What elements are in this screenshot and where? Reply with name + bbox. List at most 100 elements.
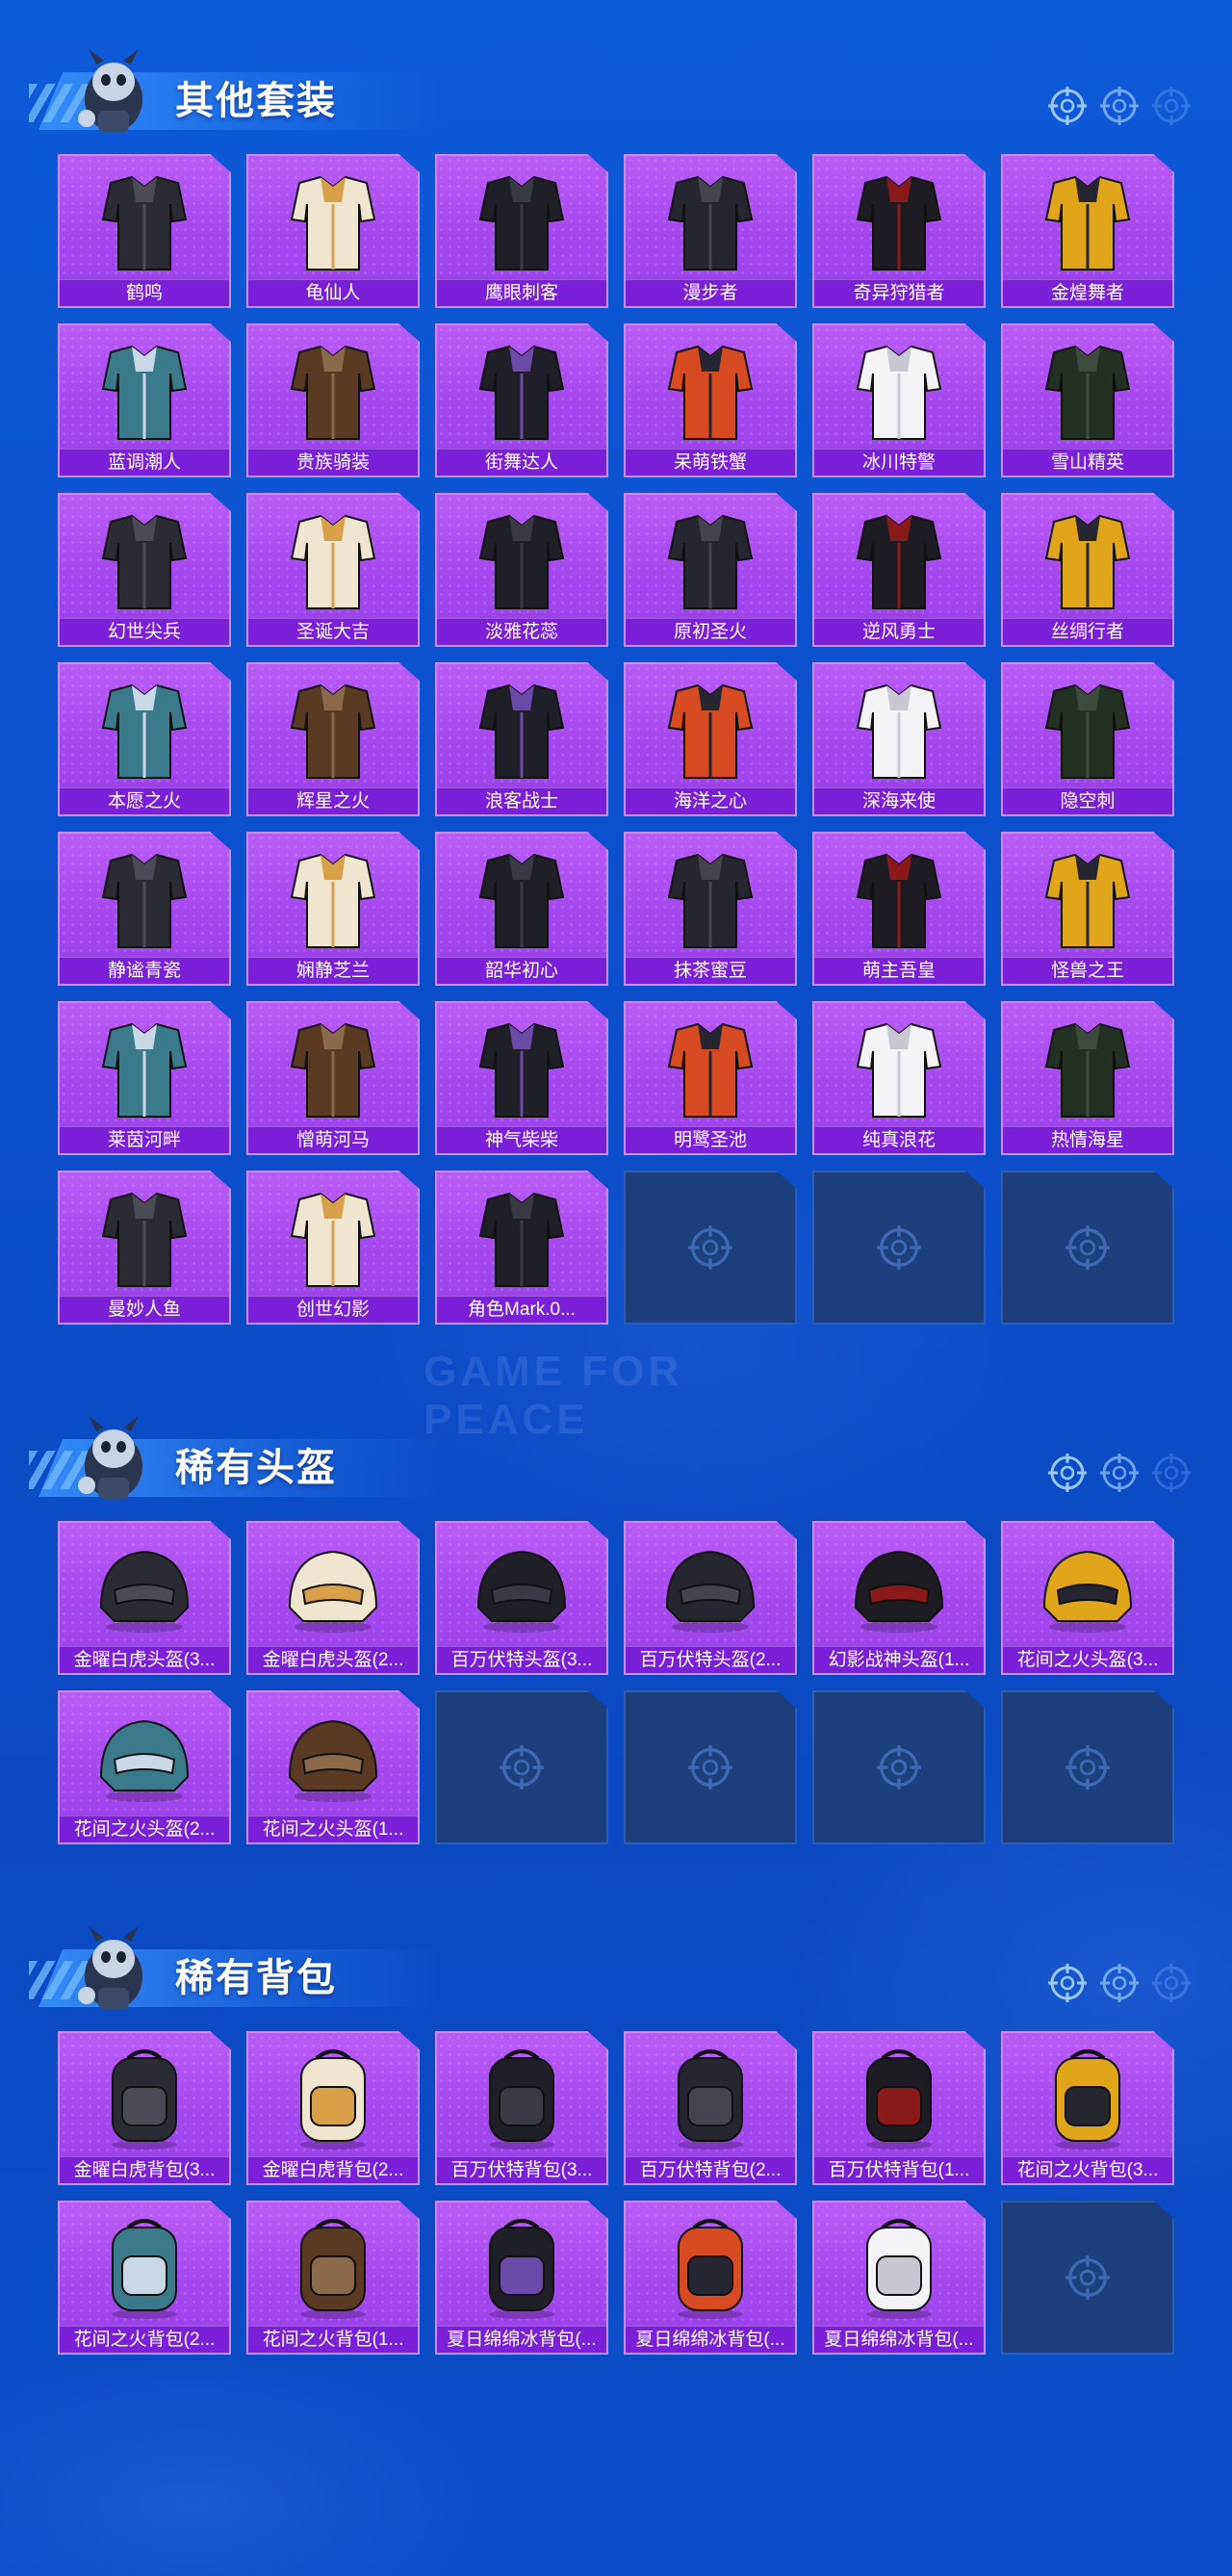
outfit-icon bbox=[270, 335, 396, 447]
item-card[interactable]: 萌主吾皇 bbox=[812, 832, 986, 986]
item-card[interactable]: 逆风勇士 bbox=[812, 493, 986, 647]
item-card[interactable]: 海洋之心 bbox=[624, 662, 797, 816]
item-card[interactable]: 曼妙人鱼 bbox=[58, 1171, 231, 1325]
item-label: 花间之火背包(2... bbox=[60, 2326, 229, 2353]
item-label: 龟仙人 bbox=[248, 279, 418, 306]
item-card[interactable]: 百万伏特背包(3... bbox=[435, 2031, 608, 2185]
item-card[interactable]: 金煌舞者 bbox=[1001, 154, 1174, 308]
item-card[interactable]: 夏日绵绵冰背包(... bbox=[624, 2201, 797, 2355]
item-card[interactable]: 热情海星 bbox=[1001, 1001, 1174, 1155]
item-card[interactable]: 丝绸行者 bbox=[1001, 493, 1174, 647]
item-card[interactable]: 韶华初心 bbox=[435, 832, 608, 986]
outfit-icon bbox=[1025, 166, 1150, 277]
item-card[interactable]: 龟仙人 bbox=[246, 154, 420, 308]
item-card[interactable]: 奇异狩猎者 bbox=[812, 154, 986, 308]
section-header: 稀有背包 bbox=[29, 1920, 1213, 2026]
item-card[interactable]: 创世幻影 bbox=[246, 1171, 420, 1325]
item-card[interactable]: 夏日绵绵冰背包(... bbox=[435, 2201, 608, 2355]
item-label: 热情海星 bbox=[1003, 1126, 1172, 1153]
item-card[interactable]: 百万伏特背包(2... bbox=[624, 2031, 797, 2185]
item-card[interactable]: 花间之火背包(1... bbox=[246, 2201, 420, 2355]
outfit-icon bbox=[270, 674, 396, 786]
item-card[interactable]: 夏日绵绵冰背包(... bbox=[812, 2201, 986, 2355]
item-card[interactable]: 原初圣火 bbox=[624, 493, 797, 647]
item-card[interactable]: 百万伏特头盔(2... bbox=[624, 1521, 797, 1675]
item-card[interactable]: 百万伏特头盔(3... bbox=[435, 1521, 608, 1675]
item-card[interactable]: 怪兽之王 bbox=[1001, 832, 1174, 986]
empty-slot bbox=[812, 1171, 986, 1325]
item-card[interactable]: 本愿之火 bbox=[58, 662, 231, 816]
outfit-icon bbox=[82, 1182, 207, 1294]
outfit-icon bbox=[459, 1013, 584, 1124]
item-card[interactable]: 花间之火背包(3... bbox=[1001, 2031, 1174, 2185]
item-card[interactable]: 呆萌铁蟹 bbox=[624, 323, 797, 477]
outfit-icon bbox=[648, 674, 773, 786]
outfit-icon bbox=[459, 674, 584, 786]
item-card[interactable]: 纯真浪花 bbox=[812, 1001, 986, 1155]
item-card[interactable]: 深海来使 bbox=[812, 662, 986, 816]
item-label: 金曜白虎背包(3... bbox=[60, 2156, 229, 2183]
item-label: 憎萌河马 bbox=[248, 1126, 418, 1153]
item-card[interactable]: 隐空刺 bbox=[1001, 662, 1174, 816]
item-card[interactable]: 街舞达人 bbox=[435, 323, 608, 477]
outfit-icon bbox=[459, 166, 584, 277]
item-card[interactable]: 花间之火背包(2... bbox=[58, 2201, 231, 2355]
item-card[interactable]: 金曜白虎头盔(2... bbox=[246, 1521, 420, 1675]
item-card[interactable]: 娴静芝兰 bbox=[246, 832, 420, 986]
item-card[interactable]: 花间之火头盔(1... bbox=[246, 1690, 420, 1844]
crosshair-icon bbox=[1047, 1963, 1088, 2003]
item-card[interactable]: 金曜白虎背包(2... bbox=[246, 2031, 420, 2185]
item-label: 鹤鸣 bbox=[60, 279, 229, 306]
item-card[interactable]: 幻影战神头盔(1... bbox=[812, 1521, 986, 1675]
item-label: 隐空刺 bbox=[1003, 787, 1172, 814]
item-card[interactable]: 花间之火头盔(2... bbox=[58, 1690, 231, 1844]
item-card[interactable]: 金曜白虎背包(3... bbox=[58, 2031, 231, 2185]
item-card[interactable]: 角色Mark.0... bbox=[435, 1171, 608, 1325]
item-card[interactable]: 鹰眼刺客 bbox=[435, 154, 608, 308]
crosshair-icon bbox=[1047, 86, 1088, 126]
item-card[interactable]: 贵族骑装 bbox=[246, 323, 420, 477]
crosshair-icon bbox=[687, 1744, 733, 1790]
item-card[interactable]: 冰川特警 bbox=[812, 323, 986, 477]
crosshair-icon bbox=[1151, 1453, 1192, 1493]
item-card[interactable]: 静谧青瓷 bbox=[58, 832, 231, 986]
item-card[interactable]: 抹茶蜜豆 bbox=[624, 832, 797, 986]
crosshair-icon bbox=[1099, 86, 1140, 126]
item-label: 夏日绵绵冰背包(... bbox=[814, 2326, 984, 2353]
item-label: 怪兽之王 bbox=[1003, 957, 1172, 984]
outfit-icon bbox=[836, 504, 962, 616]
crosshair-icon bbox=[1099, 1963, 1140, 2003]
empty-slot bbox=[624, 1171, 797, 1325]
item-card[interactable]: 圣诞大吉 bbox=[246, 493, 420, 647]
empty-slot bbox=[1001, 1171, 1174, 1325]
item-card[interactable]: 浪客战士 bbox=[435, 662, 608, 816]
item-card[interactable]: 憎萌河马 bbox=[246, 1001, 420, 1155]
item-card[interactable]: 辉星之火 bbox=[246, 662, 420, 816]
item-card[interactable]: 漫步者 bbox=[624, 154, 797, 308]
item-card[interactable]: 淡雅花蕊 bbox=[435, 493, 608, 647]
item-label: 纯真浪花 bbox=[814, 1126, 984, 1153]
item-card[interactable]: 鹤鸣 bbox=[58, 154, 231, 308]
item-label: 花间之火背包(3... bbox=[1003, 2156, 1172, 2183]
item-label: 逆风勇士 bbox=[814, 618, 984, 645]
mascot-icon bbox=[67, 43, 154, 149]
item-card[interactable]: 莱茵河畔 bbox=[58, 1001, 231, 1155]
item-card[interactable]: 明鹭圣池 bbox=[624, 1001, 797, 1155]
item-card[interactable]: 花间之火头盔(3... bbox=[1001, 1521, 1174, 1675]
empty-slot bbox=[624, 1690, 797, 1844]
outfit-icon bbox=[82, 504, 207, 616]
section-title: 稀有头盔 bbox=[175, 1447, 337, 1489]
item-label: 深海来使 bbox=[814, 787, 984, 814]
item-card[interactable]: 金曜白虎头盔(3... bbox=[58, 1521, 231, 1675]
backpack-icon bbox=[648, 2043, 773, 2154]
backpack-icon bbox=[1025, 2043, 1150, 2154]
helmet-icon bbox=[270, 1702, 396, 1814]
item-card[interactable]: 幻世尖兵 bbox=[58, 493, 231, 647]
backpack-icon bbox=[270, 2043, 396, 2154]
item-card[interactable]: 雪山精英 bbox=[1001, 323, 1174, 477]
item-card[interactable]: 蓝调潮人 bbox=[58, 323, 231, 477]
jacket-icon bbox=[82, 166, 207, 277]
outfit-icon bbox=[270, 843, 396, 955]
item-card[interactable]: 神气柴柴 bbox=[435, 1001, 608, 1155]
item-card[interactable]: 百万伏特背包(1... bbox=[812, 2031, 986, 2185]
